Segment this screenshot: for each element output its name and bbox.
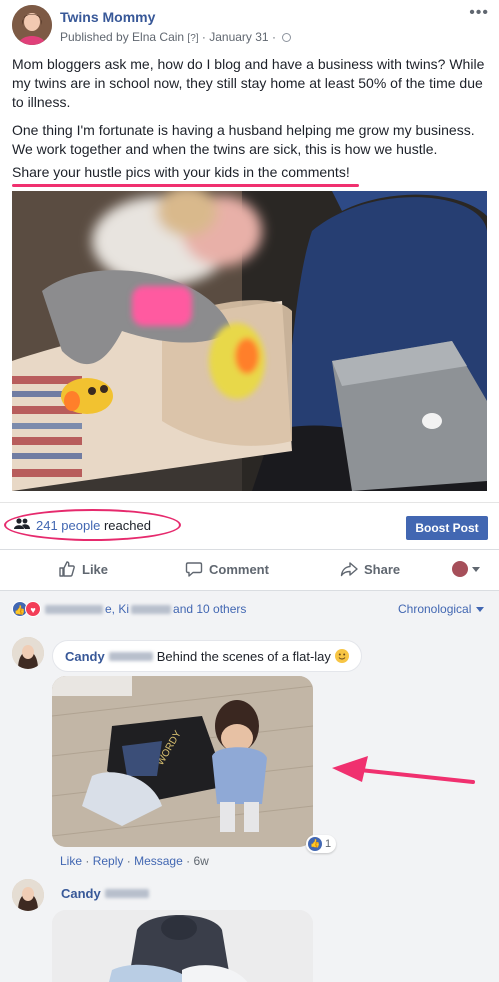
chevron-down-icon [472, 566, 480, 572]
reactions-summary[interactable]: 👍 ♥ e, Ki and 10 others [12, 601, 246, 617]
commenter-name[interactable]: Candy [65, 649, 105, 664]
commenter-avatar[interactable] [12, 637, 44, 669]
like-button[interactable]: Like [58, 560, 108, 578]
profile-avatar-small [452, 561, 468, 577]
dot-separator: · [186, 854, 191, 868]
help-marker[interactable]: [?] [187, 33, 198, 44]
like-label: Like [82, 561, 109, 577]
blurred-name [45, 604, 103, 614]
blurred-surname [108, 651, 153, 661]
comment-button[interactable]: Comment [185, 560, 269, 578]
share-button[interactable]: Share [340, 560, 400, 578]
page-name[interactable]: Twins Mommy [60, 9, 155, 25]
image-reaction-count[interactable]: 👍 1 [306, 835, 337, 853]
reach-text: 241 people reached [36, 518, 151, 533]
comment-message-link[interactable]: Message [134, 854, 183, 868]
post-paragraph-3: Share your hustle pics with your kids in… [12, 164, 350, 180]
smile-emoji-icon [334, 649, 349, 663]
globe-icon [282, 33, 292, 42]
comment-bubble: Candy Behind the scenes of a flat-lay [52, 640, 362, 672]
meta-separator-2: · [271, 30, 276, 44]
commenter-name-2[interactable]: Candy [61, 886, 149, 901]
more-options-button[interactable]: ••• [469, 4, 489, 22]
pointer-arrow-annotation [332, 756, 475, 784]
comment-sort-dropdown[interactable]: Chronological [398, 602, 485, 616]
share-icon [340, 562, 358, 577]
reach-count-link[interactable]: 241 people [36, 518, 100, 533]
comment-label: Comment [209, 561, 269, 577]
boost-post-button[interactable]: Boost Post [406, 516, 488, 540]
dot-separator: · [85, 854, 90, 868]
post-as-selector[interactable] [452, 561, 480, 577]
post-photo[interactable] [12, 191, 487, 491]
page-avatar[interactable] [12, 5, 52, 45]
post-date[interactable]: January 31 [209, 30, 268, 44]
comment-reply-link[interactable]: Reply [93, 854, 124, 868]
comment-text: Behind the scenes of a flat-lay [156, 648, 331, 664]
comment-image[interactable]: WORDY [52, 676, 313, 847]
dot-separator: · [126, 854, 131, 868]
published-by[interactable]: Published by Elna Cain [60, 30, 184, 44]
reaction-name-fragment: e, Ki [105, 602, 130, 616]
people-icon [14, 517, 30, 535]
meta-separator: · [201, 30, 206, 44]
commenter-first-name: Candy [61, 886, 101, 901]
reach-suffix: reached [100, 518, 151, 533]
sort-label: Chronological [398, 602, 472, 616]
post-paragraph-2: One thing I'm fortunate is having a husb… [12, 122, 475, 157]
like-reaction-icon: 👍 [308, 837, 322, 851]
comment-actions: Like · Reply · Message · 6w [60, 854, 209, 868]
chevron-down-icon [476, 606, 485, 612]
comment-like-link[interactable]: Like [60, 854, 82, 868]
image-reaction-number: 1 [325, 838, 332, 850]
comment-image-2[interactable] [52, 910, 313, 982]
post-meta: Published by Elna Cain [?] · January 31 … [60, 30, 292, 44]
highlight-underline [12, 184, 359, 187]
reactions-tail: and 10 others [173, 602, 247, 616]
post-paragraph-1: Mom bloggers ask me, how do I blog and h… [12, 56, 485, 110]
blurred-surname-2 [104, 889, 149, 898]
reactions-names: e, Ki and 10 others [45, 602, 246, 616]
love-reaction-icon: ♥ [25, 601, 41, 617]
comment-icon [185, 562, 203, 577]
comment-age[interactable]: 6w [193, 854, 208, 868]
blurred-name-2 [131, 604, 172, 614]
thumbs-up-icon [59, 561, 75, 577]
commenter-avatar-2[interactable] [12, 879, 44, 911]
share-label: Share [364, 561, 401, 577]
